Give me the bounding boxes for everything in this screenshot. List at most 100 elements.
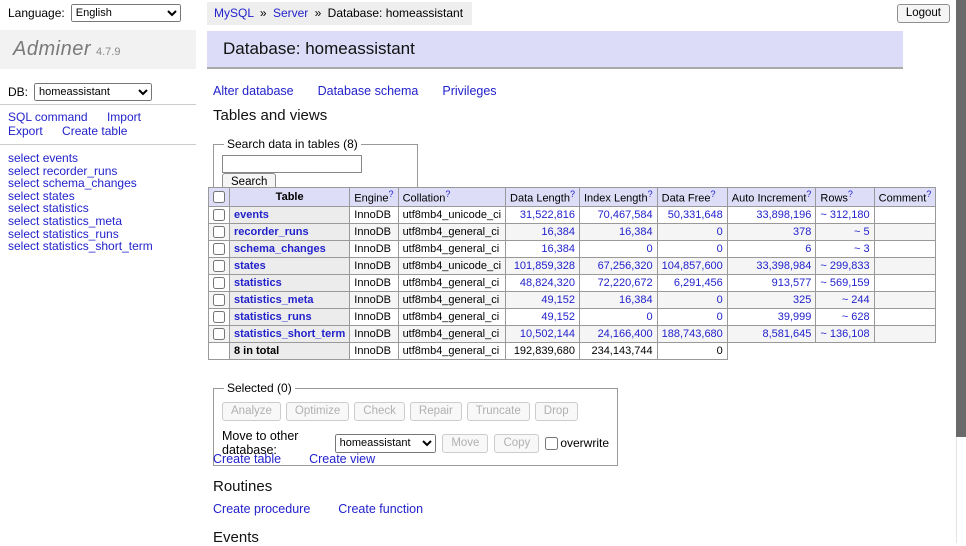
index-length-link[interactable]: 67,256,320 xyxy=(598,260,653,272)
check-button[interactable]: Check xyxy=(354,402,405,421)
column-help-link[interactable]: ? xyxy=(648,189,653,199)
rows-cell: ~ 244 xyxy=(816,292,874,309)
data-length-link[interactable]: 10,502,144 xyxy=(520,328,575,340)
select-table-link[interactable]: statistics_short_term xyxy=(43,239,153,253)
privileges-link[interactable]: Privileges xyxy=(442,84,496,98)
data-length-link[interactable]: 49,152 xyxy=(541,311,575,323)
index-length-link[interactable]: 16,384 xyxy=(619,294,653,306)
row-checkbox[interactable] xyxy=(213,277,225,289)
breadcrumb-mysql-link[interactable]: MySQL xyxy=(214,6,254,20)
column-help-link[interactable]: ? xyxy=(806,189,811,199)
sidebar-divider xyxy=(0,104,196,105)
data-length-link[interactable]: 101,859,328 xyxy=(514,260,575,272)
data-length-link[interactable]: 16,384 xyxy=(541,243,575,255)
rows-link[interactable]: ~ 136,108 xyxy=(820,328,869,340)
move-db-select[interactable]: homeassistant xyxy=(335,434,437,453)
breadcrumb-server-link[interactable]: Server xyxy=(273,6,308,20)
auto-increment-link[interactable]: 913,577 xyxy=(772,277,812,289)
copy-button[interactable]: Copy xyxy=(494,434,539,453)
overwrite-checkbox[interactable] xyxy=(545,437,558,450)
table-name-link[interactable]: states xyxy=(234,260,266,272)
drop-button[interactable]: Drop xyxy=(535,402,578,421)
data-free-link[interactable]: 6,291,456 xyxy=(674,277,723,289)
auto-increment-link[interactable]: 33,898,196 xyxy=(756,209,811,221)
data-length-link[interactable]: 16,384 xyxy=(541,226,575,238)
create-procedure-link[interactable]: Create procedure xyxy=(213,502,310,516)
auto-increment-link[interactable]: 6 xyxy=(805,243,811,255)
auto-increment-link[interactable]: 378 xyxy=(793,226,811,238)
auto-increment-link[interactable]: 33,398,984 xyxy=(756,260,811,272)
table-name-link[interactable]: schema_changes xyxy=(234,243,326,255)
database-schema-link[interactable]: Database schema xyxy=(318,84,419,98)
data-free-link[interactable]: 0 xyxy=(717,226,723,238)
column-help-link[interactable]: ? xyxy=(848,189,853,199)
column-help-link[interactable]: ? xyxy=(570,189,575,199)
truncate-button[interactable]: Truncate xyxy=(467,402,530,421)
alter-database-link[interactable]: Alter database xyxy=(213,84,294,98)
sidebar-link-import[interactable]: Import xyxy=(107,110,141,124)
data-free-link[interactable]: 0 xyxy=(717,311,723,323)
optimize-button[interactable]: Optimize xyxy=(286,402,349,421)
rows-link[interactable]: ~ 3 xyxy=(854,243,870,255)
data-free-link[interactable]: 188,743,680 xyxy=(662,328,723,340)
create-function-link[interactable]: Create function xyxy=(338,502,423,516)
search-input[interactable] xyxy=(222,155,362,173)
repair-button[interactable]: Repair xyxy=(410,402,462,421)
data-free-link[interactable]: 0 xyxy=(717,243,723,255)
table-name-link[interactable]: recorder_runs xyxy=(234,226,309,238)
sidebar-link-sql-command[interactable]: SQL command xyxy=(8,110,88,124)
index-length-link[interactable]: 16,384 xyxy=(619,226,653,238)
move-button[interactable]: Move xyxy=(442,434,488,453)
scrollbar[interactable] xyxy=(956,0,966,543)
column-help-link[interactable]: ? xyxy=(389,189,394,199)
language-select[interactable]: English xyxy=(71,4,181,22)
row-checkbox[interactable] xyxy=(213,226,225,238)
table-name-link[interactable]: statistics_short_term xyxy=(234,328,345,340)
index-length-link[interactable]: 24,166,400 xyxy=(598,328,653,340)
data-length-link[interactable]: 49,152 xyxy=(541,294,575,306)
index-length-link[interactable]: 0 xyxy=(647,243,653,255)
row-checkbox[interactable] xyxy=(213,209,225,221)
row-checkbox[interactable] xyxy=(213,260,225,272)
row-checkbox[interactable] xyxy=(213,243,225,255)
rows-link[interactable]: ~ 244 xyxy=(842,294,870,306)
data-length-link[interactable]: 48,824,320 xyxy=(520,277,575,289)
row-checkbox[interactable] xyxy=(213,294,225,306)
data-free-link[interactable]: 0 xyxy=(717,294,723,306)
index-length-link[interactable]: 72,220,672 xyxy=(598,277,653,289)
sidebar-link-export[interactable]: Export xyxy=(8,124,43,138)
row-checkbox[interactable] xyxy=(213,328,225,340)
row-checkbox[interactable] xyxy=(213,311,225,323)
auto-increment-link[interactable]: 8,581,645 xyxy=(762,328,811,340)
column-help-link[interactable]: ? xyxy=(445,189,450,199)
analyze-button[interactable]: Analyze xyxy=(222,402,281,421)
auto-increment-link[interactable]: 39,999 xyxy=(778,311,812,323)
auto-increment-link[interactable]: 325 xyxy=(793,294,811,306)
comment-cell xyxy=(874,241,936,258)
rows-link[interactable]: ~ 628 xyxy=(842,311,870,323)
rows-link[interactable]: ~ 569,159 xyxy=(820,277,869,289)
column-help-link[interactable]: ? xyxy=(926,189,931,199)
db-select[interactable]: homeassistant xyxy=(34,83,152,101)
data-length-link[interactable]: 31,522,816 xyxy=(520,209,575,221)
create-view-link[interactable]: Create view xyxy=(309,452,375,466)
index-length-link[interactable]: 0 xyxy=(647,311,653,323)
rows-link[interactable]: ~ 312,180 xyxy=(820,209,869,221)
rows-link[interactable]: ~ 5 xyxy=(854,226,870,238)
column-help-link[interactable]: ? xyxy=(711,189,716,199)
sidebar-link-create-table[interactable]: Create table xyxy=(62,124,127,138)
create-table-link[interactable]: Create table xyxy=(213,452,281,466)
scrollbar-thumb[interactable] xyxy=(956,0,966,437)
table-name-link[interactable]: events xyxy=(234,209,269,221)
table-name-link[interactable]: statistics_meta xyxy=(234,294,314,306)
rows-link[interactable]: ~ 299,833 xyxy=(820,260,869,272)
tables-table: TableEngine?Collation?Data Length?Index … xyxy=(208,187,936,360)
table-name-link[interactable]: statistics xyxy=(234,277,282,289)
table-name-link[interactable]: statistics_runs xyxy=(234,311,312,323)
index-length-link[interactable]: 70,467,584 xyxy=(598,209,653,221)
select-action-link[interactable]: select xyxy=(8,239,39,253)
select-all-checkbox[interactable] xyxy=(213,191,225,203)
logout-button[interactable]: Logout xyxy=(897,4,950,23)
data-free-link[interactable]: 50,331,648 xyxy=(668,209,723,221)
data-free-link[interactable]: 104,857,600 xyxy=(662,260,723,272)
